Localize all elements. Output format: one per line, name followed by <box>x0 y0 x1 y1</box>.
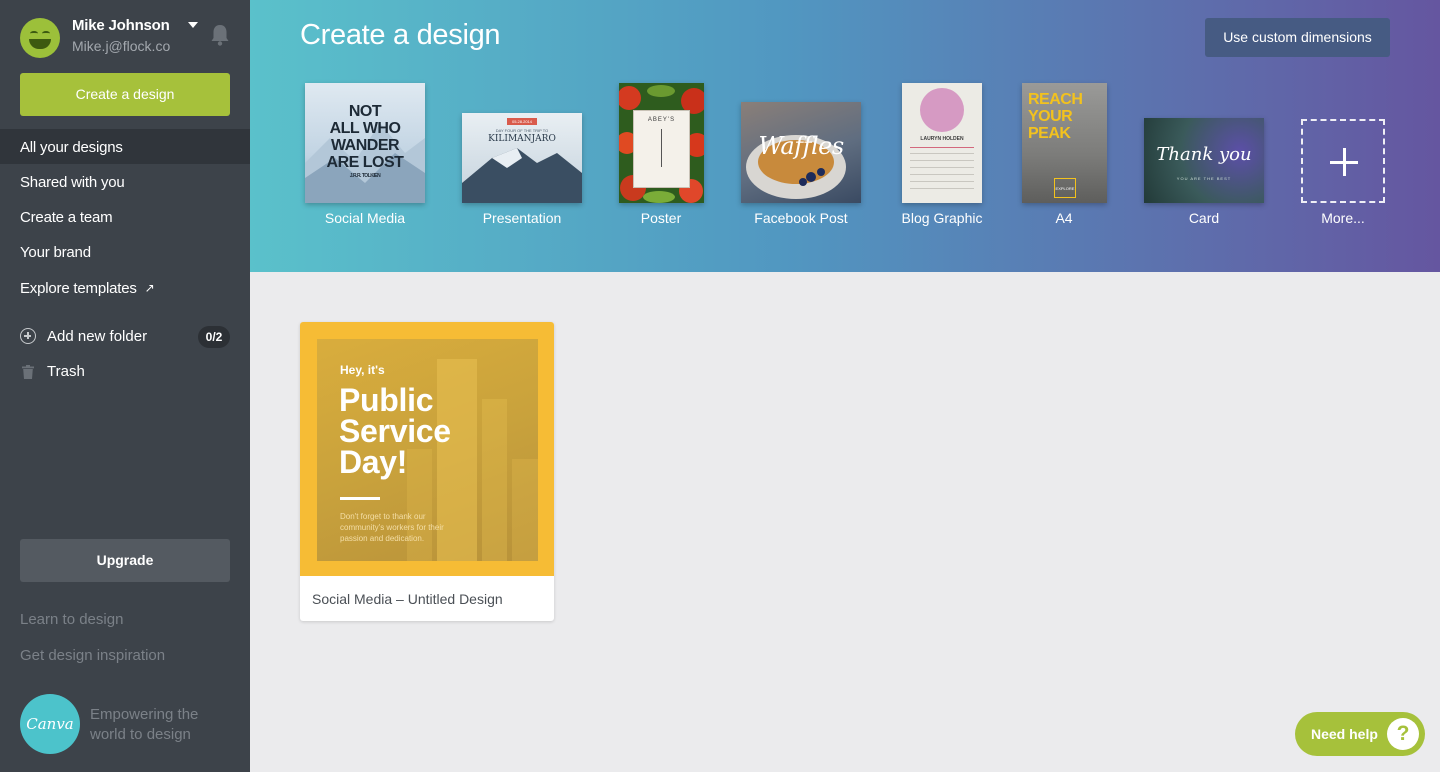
template-thumbnail: REACH YOUR PEAK EXPLORE <box>1022 83 1107 203</box>
external-link-icon: ↗ <box>144 281 155 295</box>
sidebar-item-label: Shared with you <box>20 174 125 191</box>
create-design-header: Create a design Use custom dimensions NO… <box>250 0 1440 272</box>
tagline: Empowering the world to design <box>90 706 199 743</box>
sidebar-item-explore-templates[interactable]: Explore templates ↗ <box>0 269 250 304</box>
user-name: Mike Johnson <box>72 17 170 34</box>
design-inspiration-link[interactable]: Get design inspiration <box>20 647 165 664</box>
bell-icon[interactable] <box>209 23 231 47</box>
sidebar-item-shared[interactable]: Shared with you <box>0 164 250 199</box>
template-label: Social Media <box>324 210 406 226</box>
design-title[interactable]: Social Media – Untitled Design <box>312 591 503 607</box>
canva-logo[interactable]: Canva <box>20 694 80 754</box>
add-folder-button[interactable]: Add new folder 0/2 <box>20 326 230 350</box>
sidebar-item-create-team[interactable]: Create a team <box>0 199 250 234</box>
design-thumbnail[interactable]: Hey, it's Public Service Day! Don't forg… <box>300 322 554 576</box>
template-thumbnail: Thank you YOU ARE THE BEST <box>1144 118 1264 203</box>
template-thumbnail: 05.28.2014 DAY FOUR OF THE TRIP TO KILIM… <box>462 113 582 203</box>
trash-icon <box>22 365 34 379</box>
sidebar-item-label: Explore templates <box>20 280 137 297</box>
template-label: Card <box>1188 210 1220 226</box>
template-label: A4 <box>1055 210 1073 226</box>
template-thumbnail: NOT ALL WHO WANDER ARE LOST J.R.R. TOLKI… <box>305 83 425 203</box>
template-thumbnail: LAURYN HOLDEN <box>902 83 982 203</box>
user-email: Mike.j@flock.co <box>72 38 171 54</box>
need-help-button[interactable]: Need help ? <box>1295 712 1425 756</box>
learn-to-design-link[interactable]: Learn to design <box>20 611 123 628</box>
chevron-down-icon[interactable] <box>188 22 198 28</box>
add-folder-label: Add new folder <box>47 328 148 345</box>
user-menu[interactable]: Mike Johnson Mike.j@flock.co <box>20 16 235 60</box>
sidebar-item-all-designs[interactable]: All your designs <box>0 129 265 169</box>
sidebar-item-label: Create a team <box>20 209 113 226</box>
custom-dimensions-button[interactable]: Use custom dimensions <box>1205 18 1390 57</box>
trash-label: Trash <box>47 363 85 380</box>
question-icon: ? <box>1387 718 1419 750</box>
sidebar-item-brand[interactable]: Your brand <box>0 234 250 269</box>
template-label: More... <box>1321 210 1365 226</box>
sidebar: Mike Johnson Mike.j@flock.co Create a de… <box>0 0 265 772</box>
template-thumbnail: ABEY'S <box>619 83 704 203</box>
template-label: Poster <box>640 210 682 226</box>
template-thumbnail: Waffles <box>741 102 861 203</box>
sidebar-item-trash[interactable]: Trash <box>20 361 230 385</box>
add-circle-icon <box>20 328 36 344</box>
avatar[interactable] <box>20 18 60 58</box>
sidebar-nav: All your designs Shared with you Create … <box>0 129 265 304</box>
sidebar-item-label: Your brand <box>20 244 91 261</box>
page-title: Create a design <box>300 19 501 51</box>
help-label: Need help <box>1311 726 1378 742</box>
template-label: Presentation <box>482 210 562 226</box>
sidebar-item-label: All your designs <box>20 139 123 156</box>
upgrade-button[interactable]: Upgrade <box>20 539 230 582</box>
template-label: Facebook Post <box>754 210 848 226</box>
folder-count-badge: 0/2 <box>198 326 230 348</box>
create-design-button[interactable]: Create a design <box>20 73 230 116</box>
more-templates-box <box>1301 119 1385 203</box>
design-card[interactable]: Hey, it's Public Service Day! Don't forg… <box>300 322 554 621</box>
